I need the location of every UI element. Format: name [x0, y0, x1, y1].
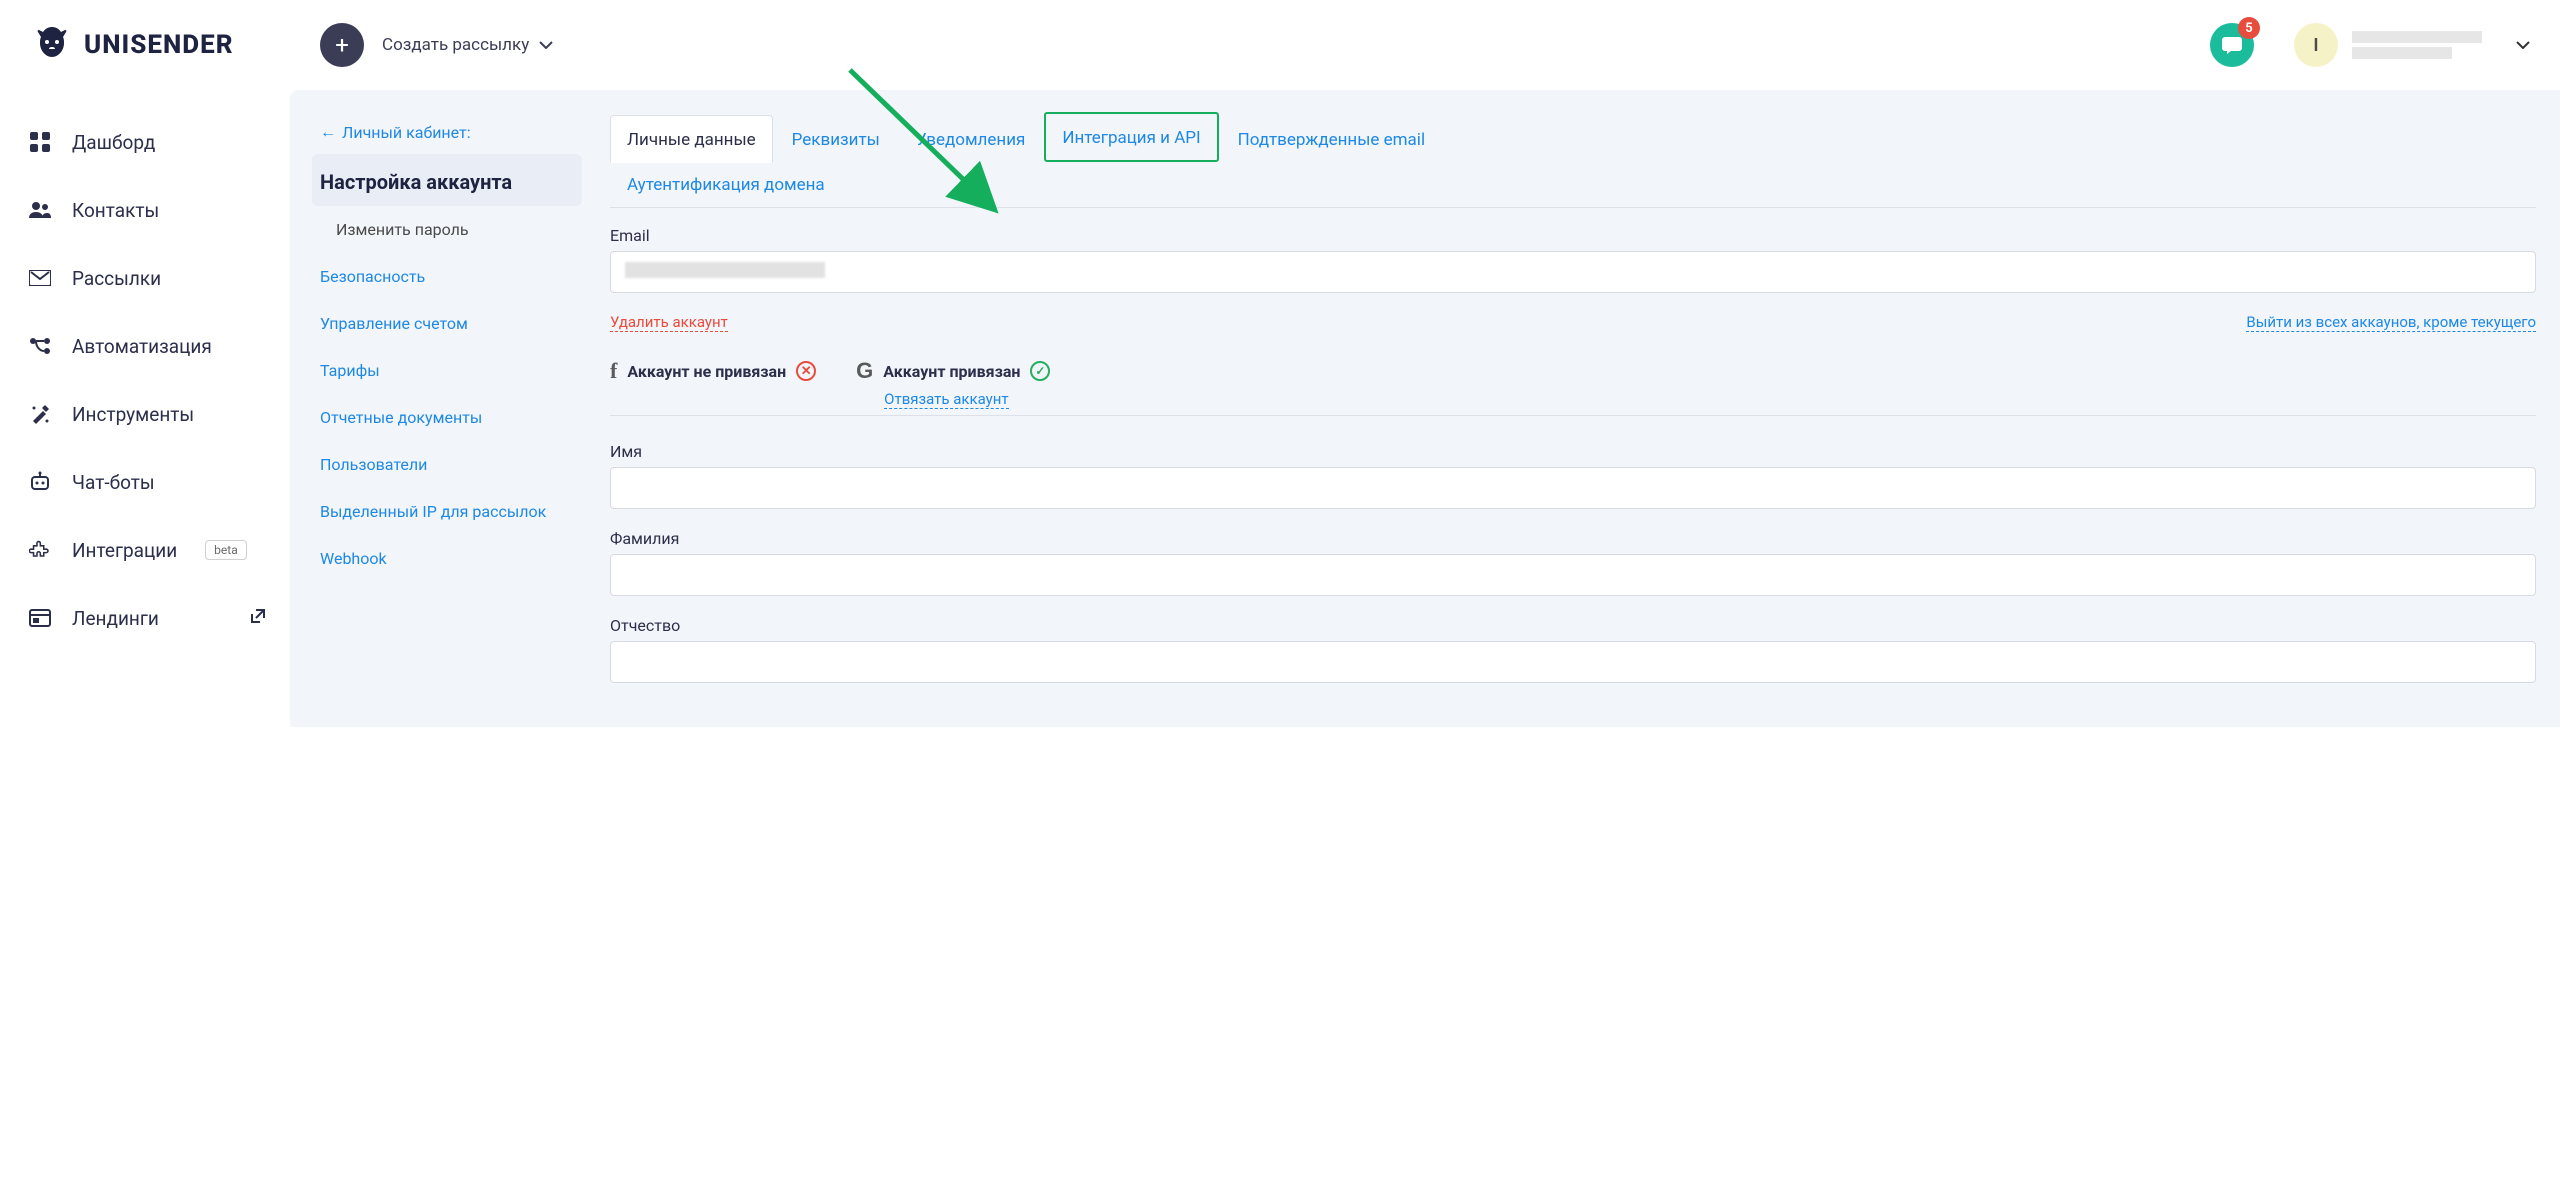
sidebar-item-label: Рассылки [72, 267, 161, 290]
patronymic-input[interactable] [610, 641, 2536, 683]
sidebar-item-automation[interactable]: Автоматизация [28, 312, 290, 380]
logout-others-link[interactable]: Выйти из всех аккаунов, кроме текущего [2246, 313, 2536, 332]
tools-icon [28, 402, 52, 426]
name-input[interactable] [610, 467, 2536, 509]
surname-input[interactable] [610, 554, 2536, 596]
tab-integration-api[interactable]: Интеграция и API [1044, 112, 1218, 162]
status-x-icon: ✕ [796, 361, 816, 381]
sidebar: Дашборд Контакты Рассылки Автоматизация … [0, 90, 290, 727]
google-block: G Аккаунт привязан ✓ Отвязать аккаунт [856, 358, 1050, 409]
patronymic-label: Отчество [610, 616, 2536, 635]
sidebar-item-label: Контакты [72, 199, 159, 222]
beta-badge: beta [205, 540, 247, 560]
automation-icon [28, 334, 52, 358]
create-label[interactable]: Создать рассылку [382, 35, 553, 55]
sidebar-item-tools[interactable]: Инструменты [28, 380, 290, 448]
chevron-down-icon [539, 41, 553, 49]
tab-personal[interactable]: Личные данные [610, 115, 773, 163]
subnav-item-billing[interactable]: Управление счетом [312, 300, 582, 347]
subnav-item-security[interactable]: Безопасность [312, 253, 582, 300]
landing-icon [28, 606, 52, 630]
chevron-down-icon [2516, 41, 2530, 49]
chat-button[interactable]: 5 [2210, 23, 2254, 67]
subnav-item-dedicated-ip[interactable]: Выделенный IP для рассылок [312, 488, 582, 535]
sidebar-item-landings[interactable]: Лендинги [28, 584, 290, 652]
create-campaign[interactable]: + Создать рассылку [320, 23, 553, 67]
avatar: I [2294, 23, 2338, 67]
chatbot-icon [28, 470, 52, 494]
user-menu[interactable]: I [2294, 23, 2530, 67]
tab-requisites[interactable]: Реквизиты [775, 115, 897, 162]
facebook-icon: f [610, 358, 617, 384]
sidebar-item-label: Лендинги [72, 607, 159, 630]
field-email: Email [610, 226, 2536, 293]
google-icon: G [856, 358, 873, 384]
chat-badge: 5 [2238, 17, 2260, 39]
sidebar-item-mail[interactable]: Рассылки [28, 244, 290, 312]
sidebar-item-label: Автоматизация [72, 335, 212, 358]
dog-logo-icon [30, 23, 74, 67]
user-text [2352, 31, 2482, 59]
sidebar-item-contacts[interactable]: Контакты [28, 176, 290, 244]
subnav-item-users[interactable]: Пользователи [312, 441, 582, 488]
field-name: Имя [610, 442, 2536, 509]
sidebar-item-dashboard[interactable]: Дашборд [28, 108, 290, 176]
tab-verified-emails[interactable]: Подтвержденные email [1221, 115, 1442, 162]
sidebar-item-label: Интеграции [72, 539, 177, 562]
mail-icon [28, 266, 52, 290]
arrow-left-icon: ← [320, 122, 336, 142]
logo[interactable]: UNISENDER [30, 23, 310, 67]
sidebar-item-chatbots[interactable]: Чат-боты [28, 448, 290, 516]
brand-text: UNISENDER [84, 30, 234, 60]
field-patronymic: Отчество [610, 616, 2536, 683]
facebook-block: f Аккаунт не привязан ✕ [610, 358, 816, 384]
chat-icon [2221, 34, 2243, 56]
subnav-item-webhook[interactable]: Webhook [312, 535, 582, 582]
unlink-google-link[interactable]: Отвязать аккаунт [884, 390, 1008, 409]
name-label: Имя [610, 442, 2536, 461]
personal-form: Email Удалить аккаунт Выйти из всех акка… [610, 208, 2536, 683]
puzzle-icon [28, 538, 52, 562]
contacts-icon [28, 198, 52, 222]
subnav-item-tariffs[interactable]: Тарифы [312, 347, 582, 394]
tab-notifications[interactable]: Уведомления [899, 115, 1043, 162]
back-link-text: Личный кабинет: [342, 123, 471, 142]
sidebar-item-label: Инструменты [72, 403, 194, 426]
tabs: Личные данные Реквизиты Уведомления Инте… [610, 112, 2536, 208]
delete-account-link[interactable]: Удалить аккаунт [610, 313, 728, 332]
field-surname: Фамилия [610, 529, 2536, 596]
sidebar-item-label: Чат-боты [72, 471, 155, 494]
email-input[interactable] [610, 251, 2536, 293]
google-status-text: Аккаунт привязан [883, 362, 1020, 381]
sidebar-item-label: Дашборд [72, 131, 155, 154]
facebook-status-text: Аккаунт не привязан [627, 362, 786, 381]
external-link-icon [250, 608, 266, 628]
create-label-text: Создать рассылку [382, 35, 529, 55]
subnav-item-reports[interactable]: Отчетные документы [312, 394, 582, 441]
plus-icon[interactable]: + [320, 23, 364, 67]
dashboard-icon [28, 130, 52, 154]
content: Личные данные Реквизиты Уведомления Инте… [600, 90, 2560, 727]
back-link[interactable]: ← Личный кабинет: [312, 118, 582, 146]
main: ← Личный кабинет: Настройка аккаунта Изм… [290, 90, 2560, 727]
sidebar-item-integrations[interactable]: Интеграции beta [28, 516, 290, 584]
surname-label: Фамилия [610, 529, 2536, 548]
subnav-title: Настройка аккаунта [312, 154, 582, 206]
social-accounts: f Аккаунт не привязан ✕ G Аккаунт привяз… [610, 358, 2536, 416]
header: UNISENDER + Создать рассылку 5 I [0, 0, 2560, 90]
settings-subnav: ← Личный кабинет: Настройка аккаунта Изм… [290, 90, 600, 727]
status-ok-icon: ✓ [1030, 361, 1050, 381]
tab-domain-auth[interactable]: Аутентификация домена [610, 166, 842, 207]
subnav-item-password[interactable]: Изменить пароль [312, 206, 582, 253]
email-label: Email [610, 226, 2536, 245]
